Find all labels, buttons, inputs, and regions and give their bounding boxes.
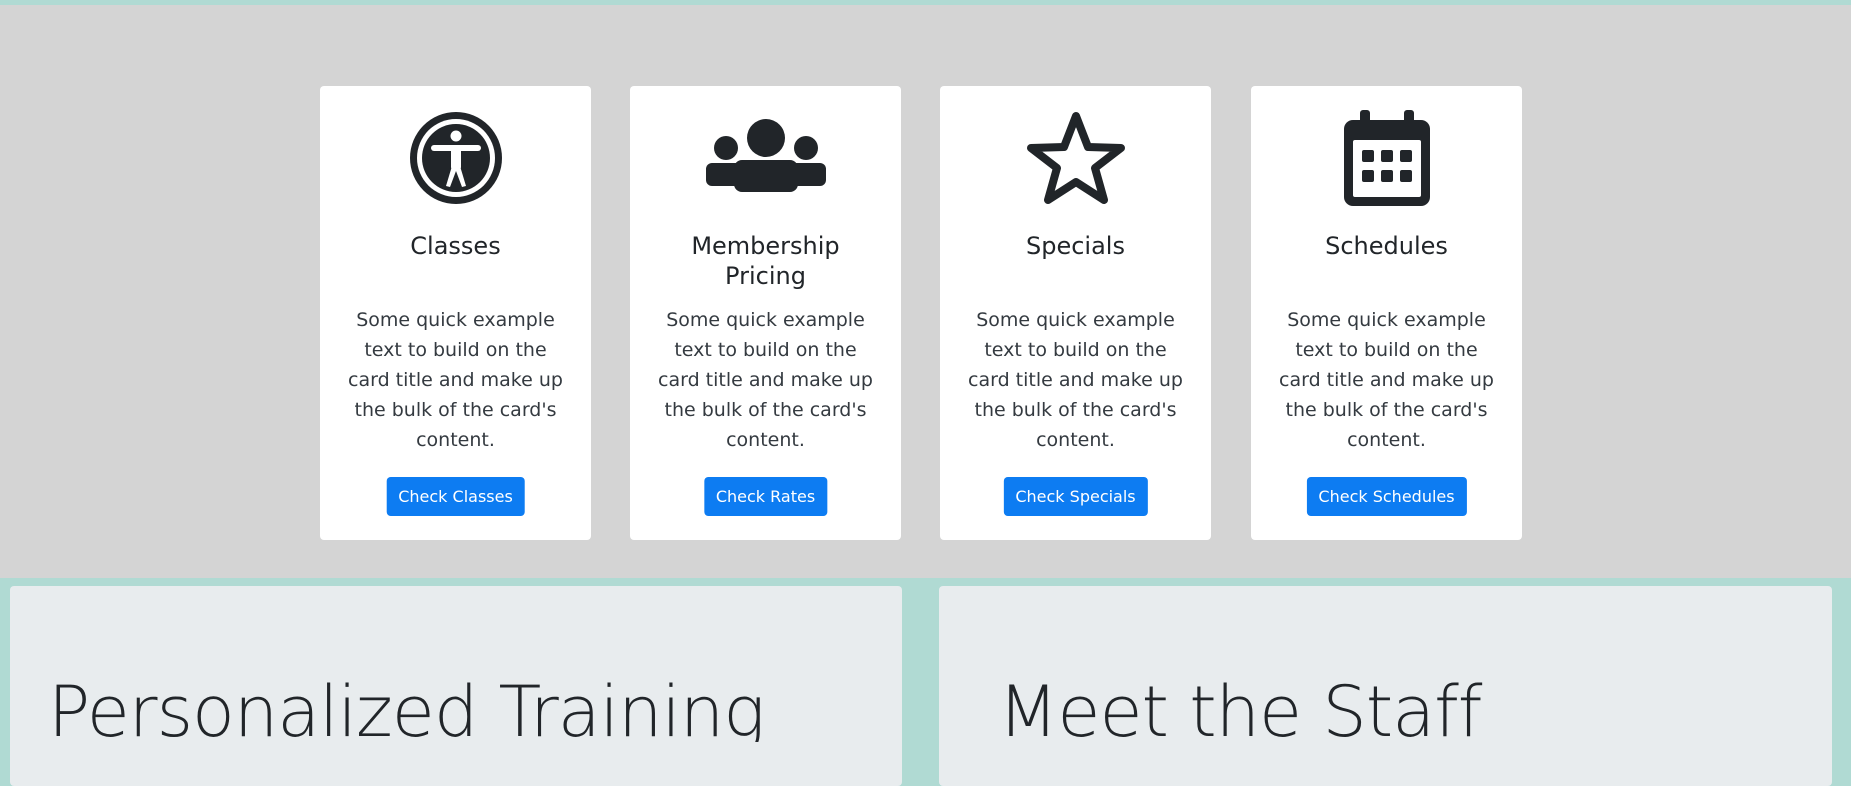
calendar-icon	[1251, 110, 1522, 206]
card-text: Some quick example text to build on the …	[1279, 309, 1494, 451]
card-text: Some quick example text to build on the …	[658, 309, 873, 451]
card-schedules: Schedules Some quick example text to bui…	[1251, 86, 1522, 540]
card-title: Membership Pricing	[691, 232, 840, 290]
check-rates-button[interactable]: Check Rates	[703, 477, 828, 516]
star-icon	[940, 110, 1211, 206]
card-specials: Specials Some quick example text to buil…	[940, 86, 1211, 540]
check-schedules-button[interactable]: Check Schedules	[1306, 477, 1467, 516]
card-classes: Classes Some quick example text to build…	[320, 86, 591, 540]
card-text: Some quick example text to build on the …	[968, 309, 1183, 451]
accessibility-icon	[320, 110, 591, 206]
check-classes-button[interactable]: Check Classes	[386, 477, 525, 516]
card-title: Schedules	[1325, 232, 1448, 260]
card-title: Classes	[410, 232, 501, 260]
card-title: Specials	[1026, 232, 1125, 260]
personalized-training-panel	[10, 586, 902, 786]
card-text: Some quick example text to build on the …	[348, 309, 563, 451]
card-membership-pricing: Membership Pricing Some quick example te…	[630, 86, 901, 540]
users-icon	[630, 110, 901, 206]
meet-the-staff-panel	[939, 586, 1832, 786]
services-section: Classes Some quick example text to build…	[0, 5, 1851, 578]
check-specials-button[interactable]: Check Specials	[1003, 477, 1148, 516]
